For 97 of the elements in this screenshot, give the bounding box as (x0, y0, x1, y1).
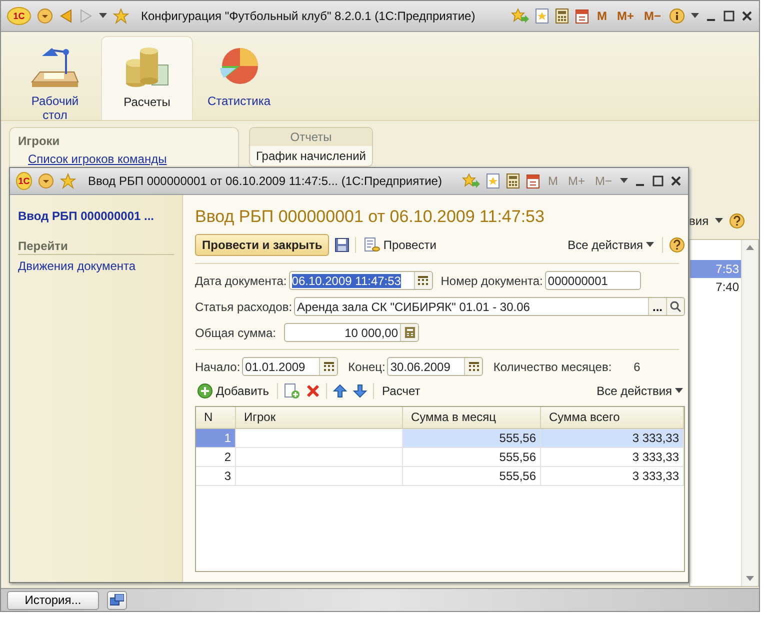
caret-icon[interactable] (675, 388, 684, 394)
table-cell: 1 (196, 429, 236, 448)
help-icon[interactable] (669, 237, 686, 253)
document-plus-icon[interactable] (284, 383, 300, 399)
calendar-icon[interactable] (574, 8, 589, 24)
close-icon[interactable] (670, 175, 682, 187)
logo-icon[interactable]: 1С (7, 7, 31, 25)
plus-circle-icon (197, 383, 213, 399)
nav-heading: Игроки (18, 134, 61, 148)
calendar-icon[interactable] (468, 362, 479, 372)
column-header[interactable]: Сумма всего (541, 407, 684, 428)
calendar-icon[interactable] (324, 362, 334, 372)
table-cell: 3 333,33 (541, 467, 684, 486)
calculator-icon[interactable] (554, 8, 569, 24)
caret-icon[interactable] (99, 13, 107, 19)
section-tab[interactable]: Расчеты (101, 36, 193, 120)
nav-link[interactable]: Список игроков команды (28, 152, 167, 166)
back-arrow-icon[interactable] (59, 8, 73, 24)
post-and-close-button[interactable]: Провести и закрыть (195, 234, 330, 256)
input-field[interactable]: 01.01.2009 (242, 357, 338, 376)
input-field[interactable]: 30.06.2009 (387, 357, 484, 376)
input-field[interactable]: 10 000,00 (284, 323, 419, 342)
all-actions-menu[interactable]: Все действия (594, 384, 686, 398)
window-title: Ввод РБП 000000001 от 06.10.2009 11:47:5... (1С:Предприятие) (88, 174, 442, 188)
search-icon[interactable] (670, 301, 682, 312)
caret-icon[interactable] (714, 218, 723, 224)
input-field[interactable]: 06.10.2009 11:47:53 (288, 271, 433, 290)
close-icon[interactable] (741, 10, 753, 22)
table-cell: 555,56 (403, 448, 541, 467)
table-cell: 3 333,33 (541, 448, 684, 467)
column-header[interactable]: Игрок (236, 407, 403, 428)
group-title: Отчеты (250, 128, 372, 146)
add-button[interactable]: Добавить (195, 383, 272, 399)
list-row[interactable]: 7:40 (690, 278, 741, 296)
dropdown-icon[interactable] (38, 173, 54, 189)
field-label: Конец: (348, 360, 386, 374)
actions-menu[interactable]: вия (689, 214, 709, 228)
column-header[interactable]: Сумма в месяц (403, 407, 541, 428)
report-link[interactable]: График начислений (250, 146, 372, 166)
star-arrow-icon[interactable] (462, 173, 480, 189)
history-button[interactable]: История... (7, 590, 99, 610)
caret-icon[interactable] (646, 242, 654, 248)
desk-lamp-drawing (30, 48, 79, 87)
scroll-down-icon[interactable] (746, 576, 754, 582)
document-coins-icon (364, 237, 380, 253)
scrollbar[interactable] (741, 240, 758, 586)
nav-group-heading: Перейти (18, 239, 174, 255)
star-document-icon[interactable] (534, 8, 549, 24)
column-header[interactable]: N (196, 407, 236, 428)
windows-icon (110, 594, 124, 606)
table-cell: 2 (196, 448, 236, 467)
nav-link[interactable]: Движения документа (18, 259, 174, 273)
info-icon[interactable] (669, 8, 685, 24)
dropdown-icon[interactable] (37, 8, 53, 24)
calendar-icon[interactable] (526, 173, 540, 189)
window-title: Конфигурация "Футбольный клуб" 8.2.0.1 (1С:Предприятие) (141, 9, 476, 23)
caret-icon[interactable] (691, 13, 699, 19)
coins-drawing (126, 48, 168, 87)
maximize-icon[interactable] (652, 175, 664, 187)
section-tab[interactable]: Статистика (193, 36, 285, 120)
windows-button[interactable] (107, 590, 127, 610)
maximize-icon[interactable] (723, 10, 735, 22)
field-label: Номер документа: (440, 274, 543, 288)
calendar-icon[interactable] (418, 276, 428, 286)
pie-chart-drawing (220, 48, 258, 84)
field-label: Дата документа: (195, 274, 287, 288)
scroll-up-icon[interactable] (746, 244, 754, 250)
field-label: Статья расходов: (195, 300, 292, 314)
table-cell: 3 (196, 467, 236, 486)
table-cell: 555,56 (403, 429, 541, 448)
field-label: Начало: (195, 360, 240, 374)
post-button[interactable]: Провести (362, 237, 438, 253)
caret-icon[interactable] (620, 178, 628, 184)
field-value: 6 (634, 360, 640, 374)
arrow-up-icon[interactable] (333, 384, 348, 398)
choose-button[interactable]: ... (648, 298, 666, 315)
star-document-icon[interactable] (486, 173, 500, 189)
star-arrow-icon[interactable] (510, 8, 529, 24)
table-cell: 3 333,33 (541, 429, 684, 448)
arrow-down-icon[interactable] (353, 384, 368, 398)
input-field[interactable]: Аренда зала СК "СИБИРЯК" 01.01 - 30.06 ... (294, 297, 686, 316)
form-heading: Ввод РБП 000000001 от 06.10.2009 11:47:53 (195, 207, 546, 227)
table-cell: 555,56 (403, 467, 541, 486)
delete-icon[interactable] (306, 384, 320, 398)
star-icon[interactable] (113, 8, 129, 24)
field-label: Количество месяцев: (493, 360, 612, 374)
calculate-button[interactable]: Расчет (380, 384, 422, 398)
star-icon[interactable] (60, 173, 76, 189)
input-field[interactable]: 000000001 (544, 271, 641, 290)
logo-icon[interactable]: 1С (16, 172, 32, 190)
field-label: Общая сумма: (195, 326, 277, 340)
calculator-icon[interactable] (506, 173, 520, 189)
all-actions-menu[interactable]: Все действия (566, 238, 656, 252)
calculator-icon[interactable] (404, 327, 414, 338)
section-tab[interactable]: Рабочий стол (9, 36, 101, 120)
nav-title[interactable]: Ввод РБП 000000001 ... (18, 209, 174, 223)
help-icon[interactable] (728, 213, 745, 229)
